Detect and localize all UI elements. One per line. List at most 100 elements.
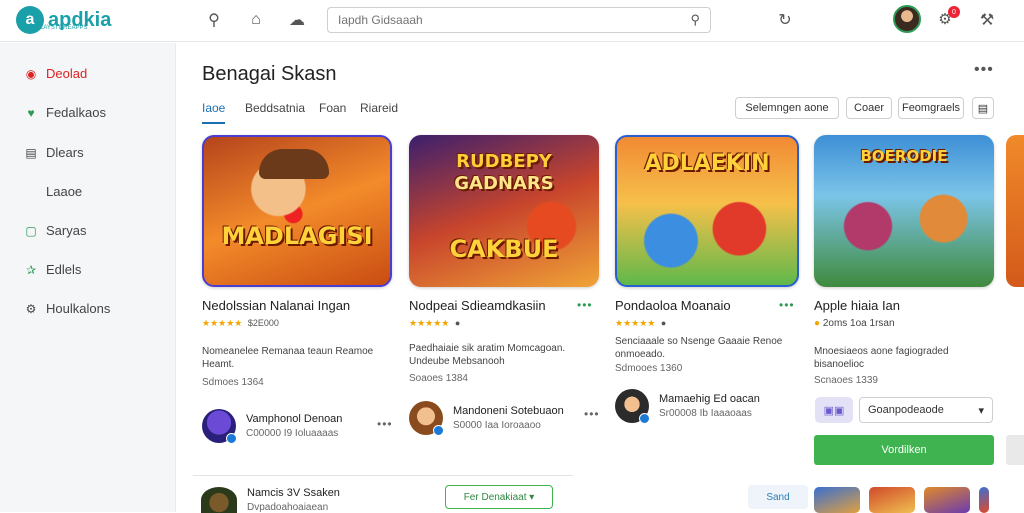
verified-icon — [639, 413, 650, 424]
app-thumbnail[interactable]: ADLAEKIN — [615, 135, 799, 287]
lock-icon[interactable]: ▤ — [972, 97, 994, 119]
rating-value: $2E000 — [247, 318, 279, 328]
developer-name: Mandoneni Sotebuaon — [453, 405, 564, 417]
app-thumbnail[interactable]: MADLAGISI — [202, 135, 392, 287]
search-input[interactable] — [338, 13, 691, 27]
character-hair — [259, 149, 329, 179]
more-options-icon[interactable]: ••• — [974, 61, 994, 79]
more-options-icon[interactable]: ••• — [377, 417, 393, 431]
search-icon[interactable]: ⚲ — [203, 9, 225, 31]
page-title: Benagai Skasn — [202, 63, 337, 85]
install-button[interactable]: Vordilken — [814, 435, 994, 465]
app-tagline: PLAYSTOREAPPS — [36, 25, 88, 31]
filters-button[interactable]: Feomgraels — [898, 97, 964, 119]
app-description: Senciaaale so Nsenge Gaaaie Renoe onmoea… — [615, 336, 783, 360]
sidebar-item-books[interactable]: ✰ Edlels — [24, 262, 81, 277]
sidebar-item-label: Laaoe — [46, 184, 83, 199]
bottom-item[interactable]: Namcis 3V Ssaken Dvpadoahoaiaean — [201, 487, 340, 513]
chevron-down-icon: ▾ — [978, 404, 984, 417]
thumbnail-subtitle: GADNARS — [454, 173, 554, 194]
tab-home[interactable]: Iaoe — [202, 101, 226, 124]
item-title: Namcis 3V Ssaken — [247, 487, 340, 499]
item-avatar[interactable] — [201, 487, 237, 513]
app-thumbnail-partial[interactable] — [1006, 135, 1024, 287]
tab-best[interactable]: Beddsatnia — [245, 101, 305, 122]
sidebar-item-label: Edlels — [46, 262, 82, 277]
mini-thumbnail[interactable] — [924, 487, 970, 513]
sidebar-item-label: Fedalkaos — [46, 105, 106, 120]
rating-dot: ● — [660, 318, 667, 328]
gear-icon: ⚙ — [25, 301, 37, 316]
developer[interactable]: Mamaehig Ed oacan Sr00008 Ib Iaaaoaas — [615, 389, 760, 424]
developer-avatar[interactable] — [409, 401, 444, 436]
filter-label: Fer Denakiaat — [463, 491, 527, 503]
app-meta: Soaoes 1384 — [409, 373, 468, 384]
more-options-icon[interactable]: ••• — [577, 298, 593, 312]
send-button[interactable]: Sand — [748, 485, 808, 509]
user-avatar[interactable] — [893, 5, 921, 33]
home-icon: ◉ — [25, 66, 37, 81]
sidebar-item-tags[interactable]: ▢ Saryas — [24, 223, 86, 238]
verified-icon — [226, 433, 237, 444]
app-meta: Scnaoes 1339 — [814, 375, 878, 386]
developer-sub: Sr00008 Ib Iaaaoaas — [659, 408, 752, 419]
option-select[interactable]: Goanpodeaode ▾ — [859, 397, 993, 423]
rating: ★★★★★ ● — [615, 318, 667, 328]
more-options-icon[interactable]: ••• — [584, 407, 600, 421]
partial-button[interactable] — [1006, 435, 1024, 465]
book-icon: ✰ — [25, 262, 37, 277]
app-card[interactable]: BOERODIE Apple hiaia Ian ● 2oms 1oa 1rsa… — [814, 135, 994, 386]
verified-icon — [433, 425, 444, 436]
thumbnail-title: RUDBEPY — [456, 151, 552, 172]
thumbnail-title: MADLAGISI — [221, 222, 373, 250]
sidebar-item-lists[interactable]: ▤ Dlears — [24, 145, 83, 160]
notification-badge: 0 — [948, 6, 960, 18]
app-name: Nodpeai Sdieamdkasiin — [409, 298, 546, 313]
top-bar: a apdkia PLAYSTOREAPPS ⚲ ⌂ ☁ ⚲ ↻ ⚙ 0 ⚒ — [0, 0, 1024, 42]
filter-dropdown[interactable]: Fer Denakiaat ▾ — [445, 485, 553, 509]
sidebar-item-home[interactable]: ◉ Deolad — [24, 66, 87, 81]
thumbnail-title: BOERODIE — [860, 147, 948, 165]
sidebar-item-settings[interactable]: ⚙ Houlkalons — [24, 301, 111, 316]
app-name: Apple hiaia Ian — [814, 298, 901, 313]
search-bar[interactable]: ⚲ — [327, 7, 711, 33]
app-card[interactable]: RUDBEPY GADNARS CAKBUE Nodpeai Sdieamdka… — [409, 135, 599, 436]
item-sub: Dvpadoahoaiaean — [247, 502, 329, 513]
rating: ● 2oms 1oa 1rsan — [814, 318, 895, 329]
list-icon: ▤ — [25, 145, 37, 160]
rating-value: 2oms 1oa 1rsan — [822, 318, 895, 329]
tab-rated[interactable]: Riareid — [360, 101, 398, 122]
app-thumbnail[interactable]: BOERODIE — [814, 135, 994, 287]
developer-avatar[interactable] — [202, 409, 237, 444]
sidebar-item-favorites[interactable]: ♥ Fedalkaos — [24, 105, 106, 120]
more-options-icon[interactable]: ••• — [779, 298, 795, 312]
refresh-icon[interactable]: ↻ — [774, 9, 796, 31]
app-description: Paedhaiaie sik aratim Momcagoan. Undeube… — [409, 343, 566, 367]
tab-fun[interactable]: Foan — [319, 101, 346, 122]
gamepad-icon[interactable]: ▣▣ — [815, 397, 853, 423]
sidebar: ◉ Deolad ♥ Fedalkaos ▤ Dlears Laaoe ▢ Sa… — [0, 43, 176, 512]
app-card[interactable]: ADLAEKIN Pondaoloa Moanaio ••• ★★★★★ ● S… — [615, 135, 799, 424]
app-thumbnail[interactable]: RUDBEPY GADNARS CAKBUE — [409, 135, 599, 287]
app-description: Mnoesiaeos aone fagiograded bisanoelioc — [814, 346, 949, 370]
app-card[interactable]: MADLAGISI Nedolssian Nalanai Ingan ★★★★★… — [202, 135, 392, 444]
rating: ★★★★★ ● — [409, 318, 461, 328]
sidebar-item-label: Saryas — [46, 223, 87, 238]
view-button[interactable]: Coaer — [846, 97, 892, 119]
developer-avatar[interactable] — [615, 389, 650, 424]
mini-thumbnail[interactable] — [979, 487, 989, 513]
developer[interactable]: Vamphonol Denoan C00000 I9 Ioluaaaas — [202, 409, 342, 444]
tools-icon[interactable]: ⚒ — [976, 9, 998, 31]
cloud-icon[interactable]: ☁ — [286, 9, 308, 31]
app-name: Pondaoloa Moanaio — [615, 298, 731, 313]
mini-thumbnail[interactable] — [869, 487, 915, 513]
home-icon[interactable]: ⌂ — [245, 9, 267, 31]
mini-thumbnail[interactable] — [814, 487, 860, 513]
sidebar-item-label: Deolad — [46, 66, 88, 81]
rating-dot: ● — [454, 318, 461, 328]
rating: ★★★★★ $2E000 — [202, 318, 279, 328]
sidebar-item-sub[interactable]: Laaoe — [46, 184, 82, 199]
sort-select[interactable]: Selemngen aone — [735, 97, 839, 119]
search-icon[interactable]: ⚲ — [690, 12, 700, 28]
developer[interactable]: Mandoneni Sotebuaon S0000 Iaa Ioroaaoo — [409, 401, 564, 436]
